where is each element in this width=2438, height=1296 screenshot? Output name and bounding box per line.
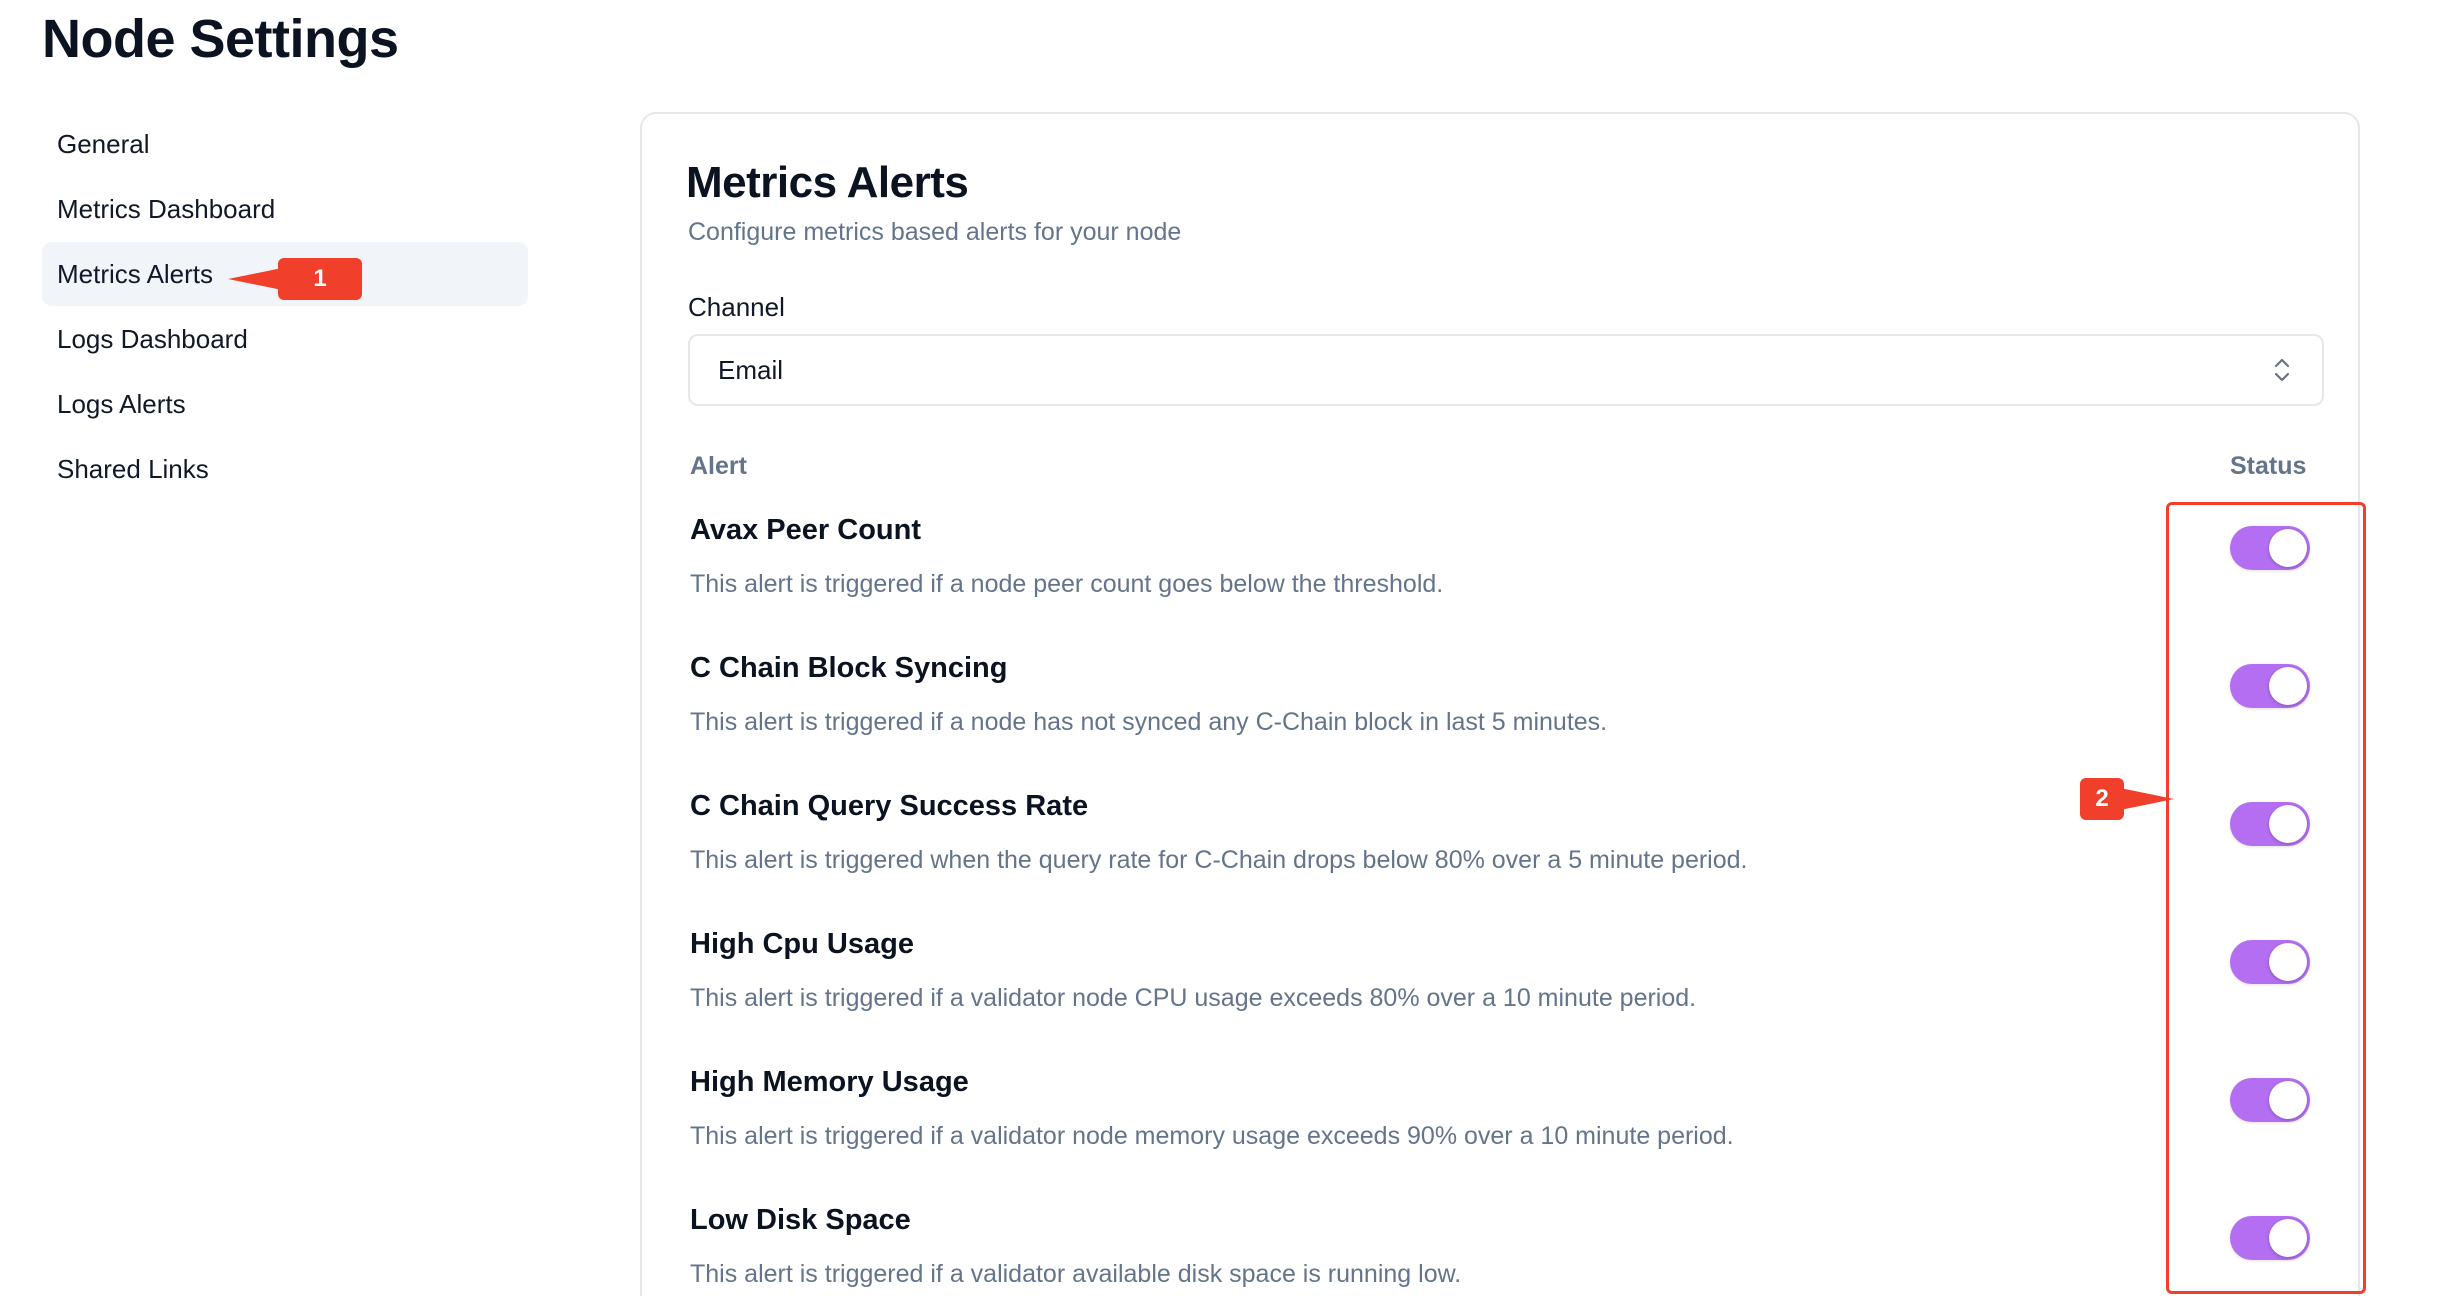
alert-row-low-disk-space: Low Disk Space This alert is triggered i… bbox=[690, 1204, 2350, 1296]
sidebar-item-logs-dashboard[interactable]: Logs Dashboard bbox=[42, 307, 528, 371]
node-settings-page: Node Settings General Metrics Dashboard … bbox=[0, 0, 2438, 1296]
alert-description: This alert is triggered when the query r… bbox=[690, 846, 1748, 874]
metrics-alerts-card: Metrics Alerts Configure metrics based a… bbox=[640, 112, 2360, 1296]
sidebar-item-label: General bbox=[57, 128, 150, 159]
sidebar-item-metrics-dashboard[interactable]: Metrics Dashboard bbox=[42, 177, 528, 241]
alert-name: High Cpu Usage bbox=[690, 928, 914, 960]
alert-description: This alert is triggered if a node peer c… bbox=[690, 570, 1444, 598]
chevron-up-down-icon bbox=[2274, 358, 2290, 382]
sidebar-item-logs-alerts[interactable]: Logs Alerts bbox=[42, 372, 528, 436]
sidebar-item-label: Metrics Alerts bbox=[57, 258, 214, 289]
channel-label: Channel bbox=[688, 292, 785, 322]
sidebar-item-shared-links[interactable]: Shared Links bbox=[42, 437, 528, 501]
channel-select[interactable]: Email bbox=[688, 334, 2324, 406]
page-title: Node Settings bbox=[42, 9, 399, 69]
sidebar-item-label: Shared Links bbox=[57, 453, 209, 484]
alert-row-high-cpu-usage: High Cpu Usage This alert is triggered i… bbox=[690, 928, 2350, 1066]
card-subtitle: Configure metrics based alerts for your … bbox=[688, 218, 1182, 246]
alert-column-header: Alert bbox=[690, 452, 747, 480]
annotation-callout-1: 1 bbox=[278, 258, 362, 300]
alert-description: This alert is triggered if a node has no… bbox=[690, 708, 1608, 736]
alert-description: This alert is triggered if a validator a… bbox=[690, 1260, 1462, 1288]
status-highlight-box bbox=[2166, 502, 2366, 1294]
annotation-callout-2: 2 bbox=[2080, 778, 2124, 820]
alert-name: High Memory Usage bbox=[690, 1066, 969, 1098]
alerts-list: Avax Peer Count This alert is triggered … bbox=[690, 514, 2350, 1296]
card-title: Metrics Alerts bbox=[686, 158, 969, 207]
alert-name: C Chain Query Success Rate bbox=[690, 790, 1089, 822]
sidebar-item-general[interactable]: General bbox=[42, 112, 528, 176]
alert-row-avax-peer-count: Avax Peer Count This alert is triggered … bbox=[690, 514, 2350, 652]
settings-sidebar: General Metrics Dashboard Metrics Alerts… bbox=[42, 112, 528, 502]
channel-select-value: Email bbox=[718, 354, 784, 385]
sidebar-item-label: Logs Dashboard bbox=[57, 323, 248, 354]
alert-name: Avax Peer Count bbox=[690, 514, 921, 546]
sidebar-item-label: Metrics Dashboard bbox=[57, 193, 276, 224]
alert-row-high-memory-usage: High Memory Usage This alert is triggere… bbox=[690, 1066, 2350, 1204]
sidebar-item-label: Logs Alerts bbox=[57, 388, 186, 419]
alert-name: Low Disk Space bbox=[690, 1204, 911, 1236]
alert-description: This alert is triggered if a validator n… bbox=[690, 984, 1697, 1012]
status-column-header: Status bbox=[2230, 452, 2307, 480]
alert-row-c-chain-block-syncing: C Chain Block Syncing This alert is trig… bbox=[690, 652, 2350, 790]
alert-name: C Chain Block Syncing bbox=[690, 652, 1008, 684]
callout-arrow-1 bbox=[228, 268, 282, 290]
alert-description: This alert is triggered if a validator n… bbox=[690, 1122, 1734, 1150]
